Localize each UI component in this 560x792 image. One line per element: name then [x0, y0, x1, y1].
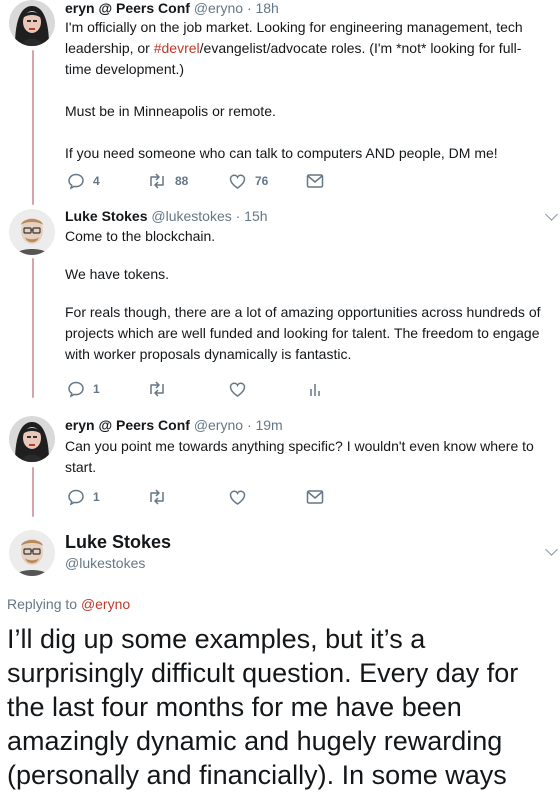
thread-line: [32, 467, 34, 517]
avatar-luke[interactable]: [9, 530, 55, 576]
tweet-header: eryn @ Peers Conf @eryno · 19m: [65, 416, 283, 434]
tweet-text: Come to the blockchain. We have tokens. …: [65, 228, 541, 362]
dm-button[interactable]: [306, 489, 324, 505]
tweet-header: Luke Stokes @lukestokes · 15h: [65, 207, 268, 225]
retweet-icon: [150, 489, 164, 505]
reply-icon: [68, 489, 84, 506]
reply-count: 1: [93, 490, 100, 504]
author-name[interactable]: eryn @ Peers Conf: [65, 417, 190, 433]
focused-author-name[interactable]: Luke Stokes: [65, 532, 171, 553]
thread-line: [32, 50, 34, 205]
like-button[interactable]: [228, 488, 247, 506]
reply-button[interactable]: 1: [67, 488, 100, 506]
author-handle[interactable]: @lukestokes: [151, 208, 231, 224]
tweet-header: eryn @ Peers Conf @eryno · 18h: [65, 0, 279, 17]
author-handle[interactable]: @eryno: [194, 0, 243, 16]
retweet-icon: [150, 173, 164, 189]
author-name[interactable]: Luke Stokes: [65, 208, 147, 224]
tweet-text: Can you point me towards anything specif…: [65, 438, 534, 475]
reply-count: 1: [93, 382, 100, 396]
like-button[interactable]: 76: [228, 172, 268, 190]
dm-icon: [306, 174, 324, 188]
reply-icon: [68, 381, 84, 398]
timestamp[interactable]: · 18h: [247, 0, 279, 16]
timestamp[interactable]: · 19m: [247, 417, 283, 433]
tweet-text: I'm officially on the job market. Lookin…: [65, 19, 523, 161]
like-icon: [229, 174, 246, 189]
reply-button[interactable]: 1: [67, 380, 100, 398]
retweet-count: 88: [175, 174, 189, 188]
dm-icon: [306, 490, 324, 504]
like-count: 76: [255, 174, 269, 188]
avatar-eryn[interactable]: [9, 0, 55, 46]
retweet-button[interactable]: 88: [147, 172, 188, 190]
like-button[interactable]: [228, 380, 247, 398]
retweet-button[interactable]: [147, 380, 167, 398]
reply-button[interactable]: 4: [67, 172, 100, 190]
analytics-button[interactable]: [308, 380, 322, 398]
replying-to: Replying to @eryno: [7, 596, 131, 612]
author-handle[interactable]: @eryno: [194, 417, 243, 433]
chevron-down-icon[interactable]: [545, 208, 558, 221]
hashtag-link[interactable]: #devrel: [154, 40, 200, 56]
analytics-icon: [310, 384, 320, 396]
timestamp[interactable]: · 15h: [236, 208, 268, 224]
avatar-eryn[interactable]: [9, 416, 55, 462]
retweet-button[interactable]: [147, 488, 167, 506]
like-icon: [229, 382, 246, 397]
focused-author-handle[interactable]: @lukestokes: [65, 555, 145, 571]
retweet-icon: [150, 381, 164, 397]
chevron-down-icon[interactable]: [545, 543, 558, 556]
reply-icon: [68, 173, 84, 190]
thread-line: [32, 258, 34, 398]
like-icon: [229, 490, 246, 505]
avatar-luke[interactable]: [9, 209, 55, 255]
dm-button[interactable]: [306, 173, 324, 189]
reply-count: 4: [93, 174, 100, 188]
replying-to-handle[interactable]: @eryno: [81, 596, 130, 612]
author-name[interactable]: eryn @ Peers Conf: [65, 0, 190, 16]
